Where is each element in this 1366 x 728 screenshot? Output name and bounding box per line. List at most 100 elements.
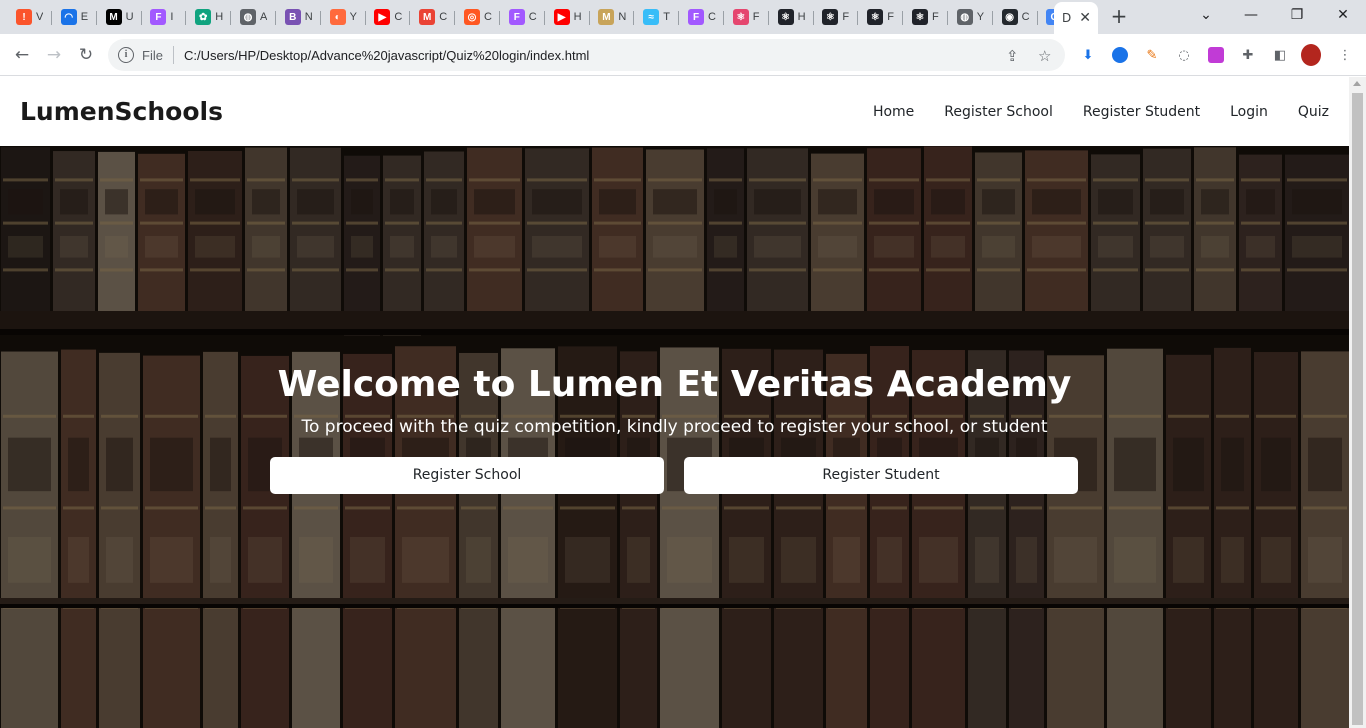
tab-title: E — [80, 11, 89, 23]
close-tab-icon[interactable]: ✕ — [1079, 10, 1091, 26]
tab-title: C — [528, 11, 537, 23]
react-icon: ⚛ — [777, 9, 794, 25]
hero-title: Welcome to Lumen Et Veritas Academy — [277, 364, 1072, 405]
bootstrap-icon: B — [284, 9, 301, 25]
active-tab-title: D — [1062, 11, 1072, 25]
browser-menu-icon[interactable]: ⋮ — [1335, 45, 1355, 65]
extension-blue-icon[interactable] — [1110, 45, 1130, 65]
browser-tab[interactable]: ◐ Y — [322, 4, 366, 30]
restore-button[interactable]: ❐ — [1283, 4, 1311, 26]
scroll-up-arrow-icon[interactable] — [1353, 81, 1361, 86]
scrollbar-thumb[interactable] — [1352, 93, 1363, 725]
extensions-puzzle-icon[interactable]: ✚ — [1238, 45, 1258, 65]
active-tab[interactable]: D ✕ — [1054, 2, 1098, 34]
tab-search-dropdown-icon[interactable]: ⌄ — [1192, 4, 1220, 26]
codesandbox-icon: ◎ — [464, 9, 480, 25]
browser-tab[interactable]: FI — [142, 4, 187, 30]
react-icon: ⚛ — [822, 9, 839, 25]
tab-title: H — [215, 11, 224, 23]
site-brand[interactable]: LumenSchools — [20, 97, 223, 126]
browser-tab[interactable]: ▶ H — [546, 4, 590, 30]
hero-section: Welcome to Lumen Et Veritas Academy To p… — [0, 146, 1349, 728]
browser-toolbar: ← → ↻ i File C:/Users/HP/Desktop/Advance… — [0, 34, 1366, 76]
site-navbar: LumenSchools Home Register School Regist… — [0, 77, 1349, 146]
browser-tab[interactable]: MU — [98, 4, 142, 30]
tab-title: N — [304, 11, 313, 23]
brave-icon: ! — [16, 9, 32, 25]
tab-title: F — [842, 11, 850, 23]
browser-tab[interactable]: BN — [277, 4, 321, 30]
download-icon[interactable]: ⬇ — [1078, 45, 1098, 65]
extension-purple-icon[interactable] — [1206, 45, 1226, 65]
page-viewport: LumenSchools Home Register School Regist… — [0, 77, 1349, 728]
browser-tab[interactable]: ⚛ F — [904, 4, 948, 30]
tab-title: T — [663, 11, 670, 23]
nav-home-link[interactable]: Home — [873, 104, 914, 120]
back-button[interactable]: ← — [10, 43, 34, 67]
browser-tab[interactable]: ⚛ F — [725, 4, 769, 30]
browser-tab[interactable]: ⚛ F — [814, 4, 859, 30]
mdn-icon: M — [598, 9, 615, 25]
bookmark-star-icon[interactable]: ☆ — [1038, 47, 1051, 65]
color-picker-icon[interactable]: ✎ — [1142, 45, 1162, 65]
register-school-button[interactable]: Register School — [270, 457, 664, 494]
omnibox-divider — [172, 46, 174, 64]
browser-tab[interactable]: ◠ E — [53, 4, 97, 30]
tab-title: U — [125, 11, 134, 23]
tab-title: F — [887, 11, 894, 23]
browser-tab[interactable]: FC — [680, 4, 724, 30]
browser-tab[interactable]: ! V — [8, 4, 52, 30]
forward-button[interactable]: → — [42, 43, 66, 67]
browser-tab[interactable]: ⚛ F — [859, 4, 904, 30]
youtube-icon: ▶ — [374, 9, 391, 25]
browser-tab[interactable]: ◍ Y — [949, 4, 993, 30]
tab-title: C — [394, 11, 403, 23]
nav-register-student-link[interactable]: Register Student — [1083, 104, 1200, 120]
nav-login-link[interactable]: Login — [1230, 104, 1268, 120]
browser-tab[interactable]: ⚛ H — [770, 4, 814, 30]
tab-title: Y — [349, 11, 357, 23]
browser-tab[interactable]: FC — [501, 4, 545, 30]
url-text[interactable]: C:/Users/HP/Desktop/Advance%20javascript… — [184, 48, 589, 63]
address-bar[interactable]: i File C:/Users/HP/Desktop/Advance%20jav… — [108, 39, 1065, 71]
tab-title: C — [708, 11, 716, 23]
close-window-button[interactable]: ✕ — [1329, 4, 1357, 26]
side-panel-icon[interactable]: ◧ — [1270, 45, 1290, 65]
figma-icon: F — [508, 9, 525, 25]
browser-tab[interactable]: ◎ C — [456, 4, 500, 30]
browser-tab[interactable]: MC — [411, 4, 456, 30]
react-icon: ⚛ — [732, 9, 749, 25]
nav-quiz-link[interactable]: Quiz — [1298, 104, 1329, 120]
tab-title: C — [1021, 11, 1030, 23]
tab-title: V — [36, 11, 44, 23]
tab-title: A — [260, 11, 268, 23]
extension-circle-icon[interactable]: ◌ — [1174, 45, 1194, 65]
url-scheme-label: File — [142, 47, 163, 63]
page-scrollbar[interactable] — [1349, 77, 1366, 728]
site-info-icon[interactable]: i — [118, 47, 134, 63]
globe-icon: ◍ — [240, 9, 256, 25]
browser-tab[interactable]: MN — [590, 4, 635, 30]
figma-icon: F — [150, 9, 167, 25]
figma-icon: F — [688, 9, 704, 25]
register-student-button[interactable]: Register Student — [684, 457, 1078, 494]
globe-icon: ◍ — [956, 9, 973, 25]
browser-tab[interactable]: ◍ A — [232, 4, 276, 30]
browser-tab[interactable]: ▶ C — [366, 4, 411, 30]
browser-tab-strip: ! V ◠ E M U F I ✿ H ◍ A B N ◐ Y ▶ C M C ◎ C F C ▶ H M N ≈ T F C ⚛ F ⚛ H ⚛ F ⚛ F… — [0, 0, 1366, 34]
new-tab-button[interactable]: + — [1108, 5, 1130, 27]
profile-avatar[interactable] — [1301, 44, 1321, 66]
minimize-button[interactable]: — — [1237, 4, 1265, 26]
tab-title: I — [170, 11, 174, 23]
reload-button[interactable]: ↻ — [74, 43, 98, 67]
bookshelf-background-image — [0, 146, 1349, 728]
nav-register-school-link[interactable]: Register School — [944, 104, 1053, 120]
tab-title: H — [797, 11, 806, 23]
browser-tab[interactable]: ≈ T — [635, 4, 680, 30]
browser-tab[interactable]: ◉ C — [994, 4, 1038, 30]
share-icon[interactable]: ⇪ — [1006, 47, 1019, 65]
tab-title: C — [439, 11, 448, 23]
browser-tab[interactable]: ✿ H — [187, 4, 232, 30]
medium-icon: M — [105, 9, 122, 25]
tab-title: Y — [976, 11, 985, 23]
